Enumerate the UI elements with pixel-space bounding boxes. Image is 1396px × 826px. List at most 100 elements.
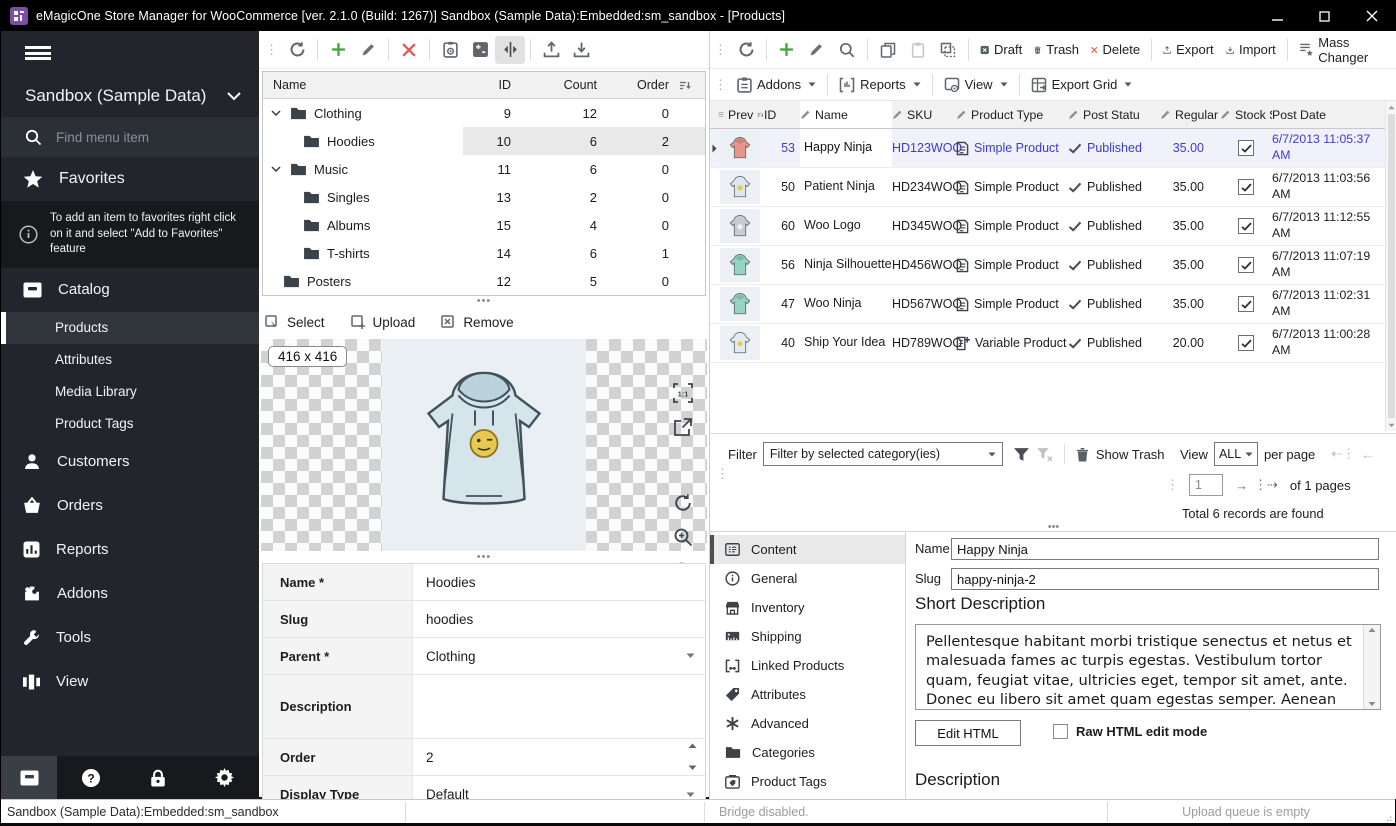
- sidebar-item-attributes[interactable]: Attributes: [1, 344, 259, 376]
- settings-gear-button[interactable]: [191, 756, 258, 799]
- zoom-in-button[interactable]: [673, 527, 693, 547]
- delete-button[interactable]: Delete: [1085, 36, 1146, 64]
- number-spinner[interactable]: [688, 743, 697, 771]
- product-row-ship-your-idea[interactable]: 40 Ship Your Idea HD789WOO Variable Prod…: [710, 324, 1385, 363]
- menu-search[interactable]: [1, 117, 259, 157]
- column-header-preview[interactable]: Prev: [718, 108, 764, 122]
- maximize-button[interactable]: [1301, 1, 1348, 31]
- horizontal-splitter[interactable]: •••: [710, 523, 1396, 531]
- category-order-field[interactable]: 2: [413, 739, 705, 775]
- column-header-name[interactable]: Name: [800, 101, 892, 128]
- clear-filter-button[interactable]: [1036, 447, 1053, 462]
- tab-categories[interactable]: Categories: [710, 738, 905, 767]
- textarea-scrollbar[interactable]: [1363, 625, 1380, 709]
- prev-page-button[interactable]: ←: [1361, 447, 1374, 462]
- raw-html-toggle[interactable]: Raw HTML edit mode: [1053, 724, 1207, 739]
- stock-checkbox-checked[interactable]: [1238, 218, 1254, 234]
- column-header-product-type[interactable]: Product Type: [956, 108, 1068, 122]
- minimize-button[interactable]: [1254, 1, 1301, 31]
- product-row-ninja-silhouette[interactable]: 56 Ninja Silhouette HD456WOO Simple Prod…: [710, 246, 1385, 285]
- stock-checkbox-checked[interactable]: [1238, 257, 1254, 273]
- sidebar-item-media-library[interactable]: Media Library: [1, 376, 259, 408]
- per-page-dropdown[interactable]: ALL: [1214, 442, 1258, 466]
- column-header-sku[interactable]: SKU: [892, 108, 956, 122]
- product-name-input[interactable]: [951, 538, 1379, 560]
- rotate-button[interactable]: [673, 493, 693, 513]
- product-row-happy-ninja[interactable]: 53 Happy Ninja HD123WOO Simple Product P…: [710, 129, 1385, 168]
- toolbar-drag-handle[interactable]: ⋮: [712, 466, 733, 482]
- chevron-down-icon[interactable]: [271, 110, 283, 117]
- mass-changer-button[interactable]: Mass Changer: [1293, 36, 1396, 64]
- menu-search-input[interactable]: [56, 130, 216, 145]
- image-adjust-button[interactable]: [465, 36, 495, 64]
- column-header-post-date[interactable]: Post Date: [1272, 108, 1385, 122]
- column-header-id[interactable]: ID: [764, 108, 800, 122]
- search-products-button[interactable]: [832, 36, 862, 64]
- toolbar-drag-handle[interactable]: ⋮: [710, 77, 731, 93]
- column-header-post-status[interactable]: Post Statu: [1068, 108, 1160, 122]
- refresh-categories-button[interactable]: [282, 36, 312, 64]
- category-row-hoodies[interactable]: Hoodies 1062: [263, 127, 705, 155]
- edit-product-button[interactable]: [802, 36, 832, 64]
- draft-button[interactable]: Draft: [974, 36, 1029, 64]
- sidebar-item-view[interactable]: View: [1, 660, 259, 704]
- category-row-music[interactable]: Music 1160: [263, 155, 705, 183]
- tab-shipping[interactable]: Shipping: [710, 622, 905, 651]
- reports-menu[interactable]: Reports: [833, 71, 927, 99]
- tab-linked-products[interactable]: Linked Products: [710, 651, 905, 680]
- apply-filter-button[interactable]: [1013, 447, 1030, 462]
- actual-size-button[interactable]: 1:1: [673, 383, 693, 403]
- upload-image-button[interactable]: Upload: [351, 315, 416, 330]
- short-description-text[interactable]: Pellentesque habitant morbi tristique se…: [916, 625, 1363, 709]
- table-scrollbar[interactable]: [1385, 101, 1396, 431]
- last-page-button[interactable]: ⋮⇢: [1254, 477, 1278, 493]
- short-description-editor[interactable]: Pellentesque habitant morbi tristique se…: [915, 624, 1381, 710]
- column-header-stock-status[interactable]: Stock Stati: [1220, 108, 1272, 122]
- category-description-field[interactable]: [413, 675, 705, 738]
- first-page-button[interactable]: ⇠⋮: [1331, 446, 1355, 462]
- tab-content[interactable]: Content: [710, 535, 905, 564]
- scroll-down-icon[interactable]: [1386, 419, 1396, 431]
- lock-button[interactable]: [124, 756, 191, 799]
- category-row-clothing[interactable]: Clothing 9120: [263, 99, 705, 127]
- refresh-products-button[interactable]: [731, 36, 761, 64]
- sidebar-item-tools[interactable]: Tools: [1, 616, 259, 660]
- pagination-handle[interactable]: ⋮: [1162, 477, 1183, 493]
- toolbar-drag-handle[interactable]: ⋮: [710, 42, 731, 58]
- horizontal-splitter[interactable]: •••: [259, 553, 709, 561]
- stock-checkbox-checked[interactable]: [1238, 335, 1254, 351]
- next-page-button[interactable]: →: [1235, 478, 1248, 493]
- tab-product-tags[interactable]: Product Tags: [710, 767, 905, 796]
- download-image-button[interactable]: [566, 36, 596, 64]
- sidebar-item-reports[interactable]: Reports: [1, 528, 259, 572]
- view-menu[interactable]: View: [938, 71, 1014, 99]
- sidebar-item-customers[interactable]: Customers: [1, 440, 259, 484]
- show-trash-button[interactable]: Show Trash: [1076, 447, 1165, 462]
- chevron-down-icon[interactable]: [271, 166, 283, 173]
- edit-category-button[interactable]: [353, 36, 383, 64]
- sidebar-item-favorites[interactable]: Favorites: [1, 157, 259, 201]
- duplicate-selection-button[interactable]: [933, 36, 963, 64]
- raw-html-checkbox[interactable]: [1053, 724, 1068, 739]
- sidebar-item-catalog[interactable]: Catalog: [1, 268, 259, 312]
- stock-checkbox-checked[interactable]: [1238, 140, 1254, 156]
- open-external-button[interactable]: [673, 417, 693, 437]
- category-row-albums[interactable]: Albums 1540: [263, 211, 705, 239]
- remove-image-button[interactable]: Remove: [441, 315, 513, 330]
- copy-button[interactable]: [873, 36, 903, 64]
- tab-inventory[interactable]: Inventory: [710, 593, 905, 622]
- add-product-button[interactable]: [772, 36, 802, 64]
- column-header-count[interactable]: Count: [521, 78, 607, 92]
- select-image-button[interactable]: Select: [265, 315, 325, 330]
- sort-icon[interactable]: [679, 80, 705, 91]
- category-row-posters[interactable]: Posters 1250: [263, 267, 705, 295]
- stock-checkbox-checked[interactable]: [1238, 179, 1254, 195]
- scroll-down-icon[interactable]: [1368, 701, 1376, 707]
- export-button[interactable]: Export: [1157, 36, 1220, 64]
- delete-category-button[interactable]: [394, 36, 424, 64]
- tab-attributes[interactable]: Attributes: [710, 680, 905, 709]
- add-category-button[interactable]: [323, 36, 353, 64]
- page-number-input[interactable]: 1: [1189, 474, 1223, 496]
- preview-clipboard-button[interactable]: [435, 36, 465, 64]
- sidebar-item-orders[interactable]: Orders: [1, 484, 259, 528]
